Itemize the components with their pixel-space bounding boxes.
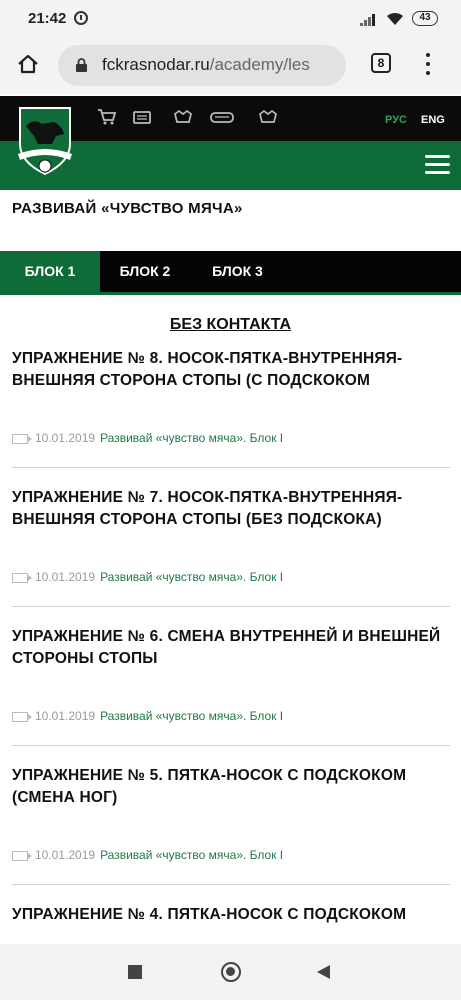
video-icon <box>12 850 32 861</box>
wifi-icon <box>387 12 403 25</box>
article-item[interactable]: УПРАЖНЕНИЕ № 7. НОСОК-ПЯТКА-ВНУТРЕННЯЯ-В… <box>12 487 450 531</box>
url-host: fckrasnodar.ru <box>102 55 210 74</box>
article-item[interactable]: УПРАЖНЕНИЕ № 8. НОСОК-ПЯТКА-ВНУТРЕННЯЯ-В… <box>12 348 450 392</box>
tabs-icon[interactable]: 8 <box>371 53 391 73</box>
home-circle-icon[interactable] <box>221 962 241 982</box>
tab-block-2[interactable]: БЛОК 2 <box>100 251 190 292</box>
divider <box>12 745 450 746</box>
article-date: 10.01.2019 <box>35 570 96 584</box>
divider <box>12 467 450 468</box>
address-bar[interactable]: fckrasnodar.ru/academy/les <box>58 45 346 86</box>
article-tag-link[interactable]: Развивай «чувство мяча». Блок I <box>100 709 283 723</box>
article-date: 10.01.2019 <box>35 431 96 445</box>
lang-en-link[interactable]: ENG <box>421 114 445 126</box>
club-logo[interactable] <box>12 104 78 176</box>
article-tag-link[interactable]: Развивай «чувство мяча». Блок I <box>100 570 283 584</box>
status-time: 21:42 <box>28 10 67 27</box>
url-text[interactable]: fckrasnodar.ru/academy/les <box>102 55 338 75</box>
article-tag-link[interactable]: Развивай «чувство мяча». Блок I <box>100 848 283 862</box>
hamburger-icon[interactable] <box>425 155 450 175</box>
ticket-icon[interactable] <box>132 108 154 126</box>
lock-icon <box>76 58 87 72</box>
article-title[interactable]: УПРАЖНЕНИЕ № 8. НОСОК-ПЯТКА-ВНУТРЕННЯЯ-В… <box>12 348 450 392</box>
tab-block-3[interactable]: БЛОК 3 <box>190 251 285 292</box>
article-item[interactable]: УПРАЖНЕНИЕ № 4. ПЯТКА-НОСОК С ПОДСКОКОМ <box>12 904 450 926</box>
article-meta: 10.01.2019 Развивай «чувство мяча». Блок … <box>12 431 283 445</box>
article-item[interactable]: УПРАЖНЕНИЕ № 5. ПЯТКА-НОСОК С ПОДСКОКОМ … <box>12 765 450 809</box>
article-title[interactable]: УПРАЖНЕНИЕ № 5. ПЯТКА-НОСОК С ПОДСКОКОМ … <box>12 765 450 809</box>
video-icon <box>12 711 32 722</box>
section-heading: БЕЗ КОНТАКТА <box>169 316 292 333</box>
status-bar: 21:42 43 <box>0 0 461 38</box>
article-title[interactable]: УПРАЖНЕНИЕ № 6. СМЕНА ВНУТРЕННЕЙ И ВНЕШН… <box>12 626 450 670</box>
tab-block-1[interactable]: БЛОК 1 <box>0 251 100 292</box>
block-tabs: БЛОК 1 БЛОК 2 БЛОК 3 <box>0 251 461 295</box>
article-title[interactable]: УПРАЖНЕНИЕ № 4. ПЯТКА-НОСОК С ПОДСКОКОМ <box>12 904 450 926</box>
article-title[interactable]: УПРАЖНЕНИЕ № 7. НОСОК-ПЯТКА-ВНУТРЕННЯЯ-В… <box>12 487 450 531</box>
signal-icon <box>360 13 376 26</box>
article-item[interactable]: УПРАЖНЕНИЕ № 6. СМЕНА ВНУТРЕННЕЙ И ВНЕШН… <box>12 626 450 670</box>
article-meta: 10.01.2019 Развивай «чувство мяча». Блок … <box>12 570 283 584</box>
crest-icon[interactable] <box>257 108 279 126</box>
url-path: /academy/les <box>209 55 310 74</box>
article-date: 10.01.2019 <box>35 709 96 723</box>
stadium-icon[interactable] <box>209 108 235 126</box>
article-date: 10.01.2019 <box>35 848 96 862</box>
article-tag-link[interactable]: Развивай «чувство мяча». Блок I <box>100 431 283 445</box>
cart-icon[interactable] <box>96 108 118 126</box>
video-icon <box>12 572 32 583</box>
crest-icon[interactable] <box>172 108 194 126</box>
video-icon <box>12 433 32 444</box>
page-title: РАЗВИВАЙ «ЧУВСТВО МЯЧА» <box>12 200 243 217</box>
battery-icon: 43 <box>412 11 438 26</box>
article-meta: 10.01.2019 Развивай «чувство мяча». Блок … <box>12 709 283 723</box>
divider <box>12 884 450 885</box>
divider <box>12 606 450 607</box>
recents-icon[interactable] <box>128 965 142 979</box>
menu-dots-icon[interactable] <box>426 53 430 75</box>
back-icon[interactable] <box>317 965 330 979</box>
lang-ru-link[interactable]: РУС <box>385 114 407 126</box>
alarm-icon <box>74 11 88 25</box>
browser-toolbar: fckrasnodar.ru/academy/les 8 <box>0 38 461 94</box>
system-nav-bar <box>0 944 461 1000</box>
home-icon[interactable] <box>17 53 39 75</box>
article-meta: 10.01.2019 Развивай «чувство мяча». Блок … <box>12 848 283 862</box>
